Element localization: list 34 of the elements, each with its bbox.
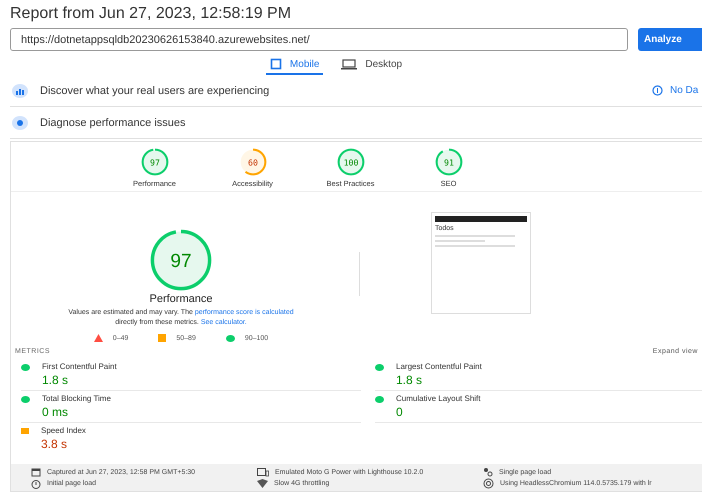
section-heading: Discover what your real users are experiencing [40, 84, 270, 96]
section-heading: Diagnose performance issues [40, 116, 186, 128]
score-gauge: 91 [434, 148, 462, 176]
score-gauge: 60 [238, 148, 266, 176]
laptop-icon [341, 58, 358, 70]
diagnose-icon [12, 116, 28, 130]
score-gauge: 97 [140, 148, 168, 176]
metric-name: Speed Index [41, 426, 86, 435]
metric-name: First Contentful Paint [42, 362, 117, 371]
devices-icon [257, 468, 269, 476]
score-gauge: 100 [336, 148, 364, 176]
device-tab[interactable]: Mobile [266, 57, 324, 75]
calendar-icon [31, 467, 41, 477]
nodes-icon [483, 467, 493, 477]
metric-value: 0 [396, 405, 404, 419]
metric-name: Cumulative Layout Shift [396, 394, 480, 403]
wifi-icon [257, 479, 268, 488]
phone-icon [270, 58, 282, 70]
metric-name: Total Blocking Time [42, 394, 111, 403]
metric-value: 0 ms [42, 405, 70, 419]
no-data-label[interactable]: No Da [670, 85, 698, 96]
metric-value: 1.8 s [396, 373, 424, 387]
timer-icon [31, 478, 41, 488]
gauge-label: Performance [150, 293, 212, 306]
browser-icon [483, 478, 494, 489]
metric-name: Largest Contentful Paint [396, 362, 482, 371]
device-tab[interactable]: Desktop [337, 57, 406, 75]
metric-value: 1.8 s [42, 373, 70, 387]
metric-value: 3.8 s [41, 437, 68, 451]
users-chart-icon [12, 84, 28, 98]
report-title: Report from Jun 27, 2023, 12:58:19 PM [10, 4, 292, 24]
info-icon [652, 85, 663, 96]
url-field[interactable]: https://dotnetappsqldb20230626153840.azurewebsites.net/ [10, 28, 628, 51]
analyze-button[interactable]: Analyze [638, 28, 702, 51]
